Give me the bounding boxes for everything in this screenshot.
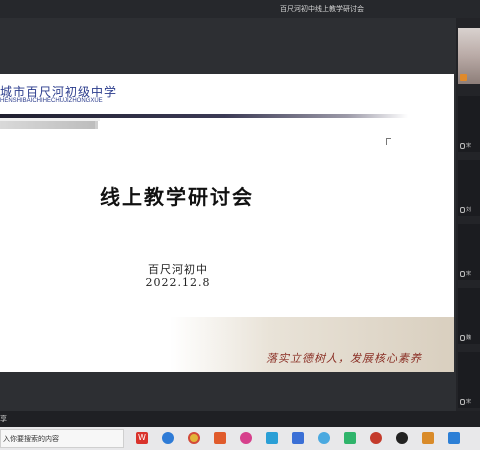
- participant-name: 宋: [466, 271, 472, 277]
- mic-icon: [460, 206, 465, 213]
- presentation-slide: 城市百尺河初级中学 HENSHIBAICHIHECHUJIZHONGXUE 线上…: [0, 74, 454, 372]
- qq-icon[interactable]: [396, 432, 408, 444]
- participant-tile[interactable]: [458, 28, 480, 84]
- header-accent-bar: [0, 121, 98, 129]
- status-strip: 享: [0, 411, 480, 427]
- penguin-icon[interactable]: [370, 432, 382, 444]
- mic-icon: [460, 142, 465, 149]
- school-pinyin: HENSHIBAICHIHECHUJIZHONGXUE: [0, 98, 103, 104]
- sync-icon[interactable]: [162, 432, 174, 444]
- participant-tile[interactable]: 宋: [458, 352, 480, 408]
- chat-icon[interactable]: [318, 432, 330, 444]
- participant-name: 宋: [466, 399, 472, 405]
- store-icon[interactable]: [266, 432, 278, 444]
- slide-organizer: 百尺河初中: [148, 263, 208, 276]
- media-icon[interactable]: [214, 432, 226, 444]
- chrome-icon[interactable]: [188, 432, 200, 444]
- participant-tile[interactable]: 宋: [458, 96, 480, 152]
- game-icon[interactable]: [422, 432, 434, 444]
- status-text: 享: [0, 415, 7, 423]
- slide-header: 城市百尺河初级中学 HENSHIBAICHIHECHUJIZHONGXUE: [0, 74, 454, 118]
- participant-name: 魏: [466, 335, 472, 341]
- wps-icon[interactable]: W: [136, 432, 148, 444]
- participant-name: 刘: [466, 207, 472, 213]
- window-title: 百尺河初中线上教学研讨会: [280, 5, 364, 13]
- green-icon[interactable]: [344, 432, 356, 444]
- participant-tile[interactable]: 宋: [458, 224, 480, 280]
- window-icon[interactable]: [448, 432, 460, 444]
- slide-date: 2022.12.8: [145, 276, 211, 289]
- file-icon[interactable]: [292, 432, 304, 444]
- slide-slogan: 落实立德树人，发展核心素养: [266, 352, 422, 365]
- mic-icon: [460, 334, 465, 341]
- participant-tile[interactable]: 刘: [458, 160, 480, 216]
- participant-name: 宋: [466, 143, 472, 149]
- taskbar-search-input[interactable]: 入你要搜索的内容: [0, 429, 124, 448]
- slide-title: 线上教学研讨会: [100, 185, 254, 209]
- mouse-cursor-icon: [386, 138, 391, 145]
- taskbar: 入你要搜索的内容 W: [0, 427, 480, 450]
- mic-icon: [460, 270, 465, 277]
- window-title-bar: 百尺河初中线上教学研讨会: [0, 0, 480, 18]
- app-icon[interactable]: [240, 432, 252, 444]
- participant-tile[interactable]: 魏: [458, 288, 480, 344]
- host-badge-icon: [460, 74, 467, 81]
- mic-icon: [460, 398, 465, 405]
